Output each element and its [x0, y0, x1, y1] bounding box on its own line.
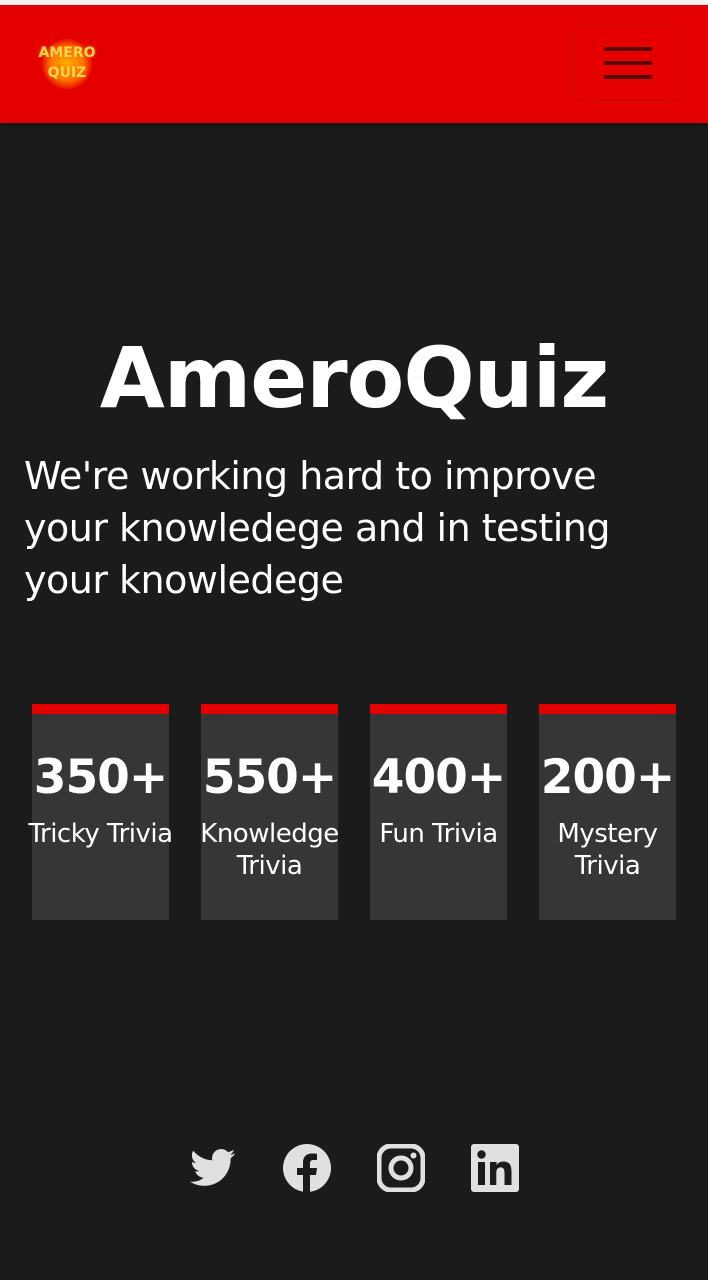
- linkedin-link[interactable]: [471, 1144, 519, 1192]
- hamburger-menu-icon: [604, 75, 652, 79]
- menu-toggle-button[interactable]: [574, 25, 682, 101]
- stat-label: Mystery Trivia: [557, 819, 658, 881]
- logo-line-1: AMERO: [38, 45, 96, 61]
- twitter-icon: [190, 1149, 236, 1186]
- logo-line-2: QUIZ: [47, 65, 87, 81]
- hero-title: AmeroQuiz: [99, 329, 610, 427]
- facebook-icon: [283, 1144, 331, 1192]
- logo: AMERO QUIZ: [30, 43, 104, 83]
- stat-card-mystery: 200+ Mystery Trivia: [539, 704, 676, 920]
- stat-value: 350+: [33, 750, 169, 805]
- instagram-icon: [377, 1144, 425, 1192]
- linkedin-icon: [471, 1144, 519, 1192]
- stat-value: 200+: [540, 750, 676, 805]
- facebook-link[interactable]: [283, 1144, 331, 1192]
- stat-card-tricky: 350+ Tricky Trivia: [28, 704, 173, 920]
- stat-card-knowledge: 550+ Knowledge Trivia: [200, 704, 339, 920]
- page: AMERO QUIZ AmeroQuiz We're working hard …: [0, 0, 708, 1280]
- twitter-link[interactable]: [189, 1144, 237, 1192]
- hamburger-menu-icon: [604, 47, 652, 51]
- stat-label: Tricky Trivia: [28, 819, 173, 849]
- hero-subtitle: We're working hard to improve your knowl…: [24, 454, 611, 602]
- stat-card-fun: 400+ Fun Trivia: [370, 704, 507, 920]
- hamburger-menu-icon: [604, 61, 652, 65]
- logo-link[interactable]: AMERO QUIZ: [30, 33, 104, 93]
- stat-value: 550+: [202, 750, 338, 805]
- stat-value: 400+: [371, 750, 507, 805]
- instagram-link[interactable]: [377, 1144, 425, 1192]
- stat-label: Fun Trivia: [379, 819, 498, 849]
- stat-label: Knowledge Trivia: [200, 819, 339, 881]
- navbar: AMERO QUIZ: [0, 5, 708, 123]
